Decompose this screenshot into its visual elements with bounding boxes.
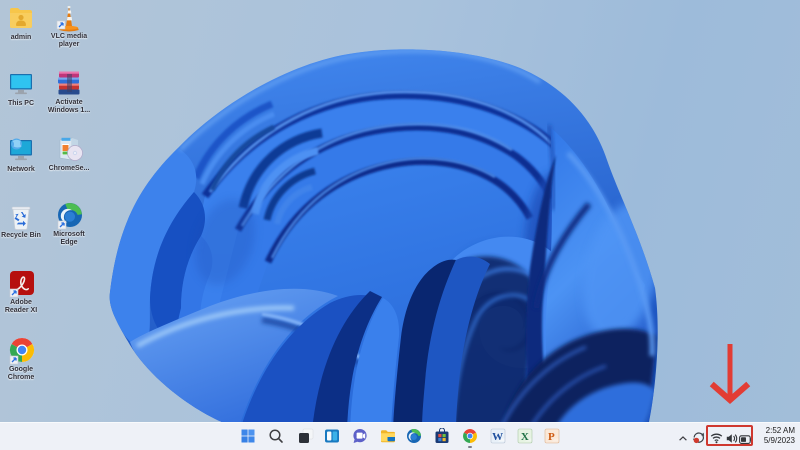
- svg-text:P: P: [548, 431, 555, 443]
- svg-text:W: W: [492, 431, 503, 443]
- svg-text:X: X: [521, 431, 529, 443]
